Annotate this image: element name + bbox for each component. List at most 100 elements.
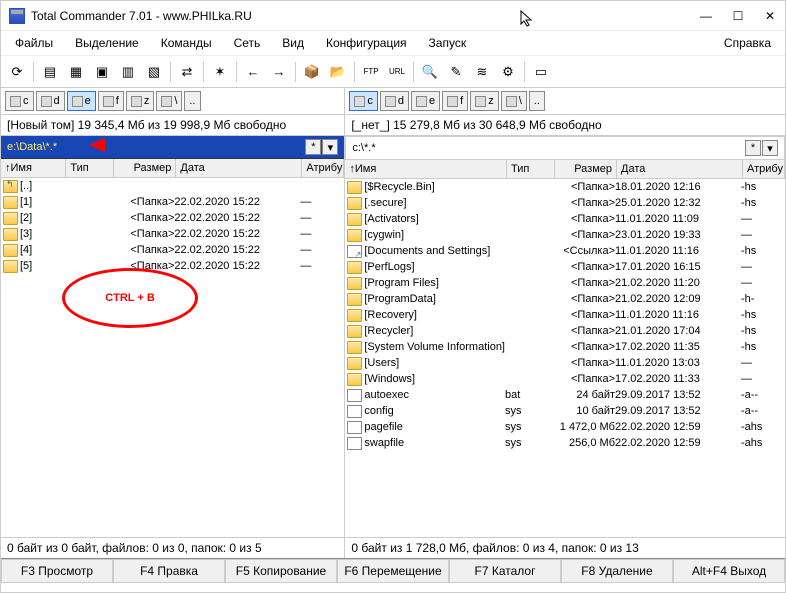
drive-d[interactable]: d (380, 91, 409, 111)
full-view-icon[interactable]: ▦ (64, 60, 88, 84)
menu-selection[interactable]: Выделение (65, 33, 149, 53)
drive-z[interactable]: z (470, 91, 499, 111)
sync-icon[interactable]: ⇄ (175, 60, 199, 84)
file-date: 11.01.2020 11:16 (615, 309, 741, 321)
tree-view-icon[interactable]: ▥ (116, 60, 140, 84)
drive-e[interactable]: e (411, 91, 440, 111)
col-name[interactable]: ↑Имя (345, 160, 507, 178)
path-fav-icon[interactable]: * (745, 140, 761, 156)
file-row[interactable]: [Recovery]<Папка>11.01.2020 11:16-hs (345, 307, 785, 323)
f6-move[interactable]: F6 Перемещение (337, 559, 449, 583)
file-row[interactable]: [5]<Папка>22.02.2020 15:22— (1, 258, 344, 274)
menu-help[interactable]: Справка (714, 33, 781, 53)
search-icon[interactable]: 🔍 (418, 60, 442, 84)
path-fav-icon[interactable]: * (305, 139, 321, 155)
file-row[interactable]: [4]<Папка>22.02.2020 15:22— (1, 242, 344, 258)
file-row[interactable]: [Users]<Папка>11.01.2020 13:03— (345, 355, 785, 371)
f5-copy[interactable]: F5 Копирование (225, 559, 337, 583)
path-hist-icon[interactable]: ▾ (762, 140, 778, 156)
custom-view-icon[interactable]: ▧ (142, 60, 166, 84)
file-attr: -ahs (741, 437, 783, 449)
file-row[interactable]: [.secure]<Папка>25.01.2020 12:32-hs (345, 195, 785, 211)
file-row[interactable]: autoexecbat24 байт29.09.2017 13:52-a-- (345, 387, 785, 403)
unpack-icon[interactable]: 📂 (326, 60, 350, 84)
menu-net[interactable]: Сеть (224, 33, 271, 53)
menu-start[interactable]: Запуск (419, 33, 477, 53)
file-row[interactable]: swapfilesys256,0 Мб22.02.2020 12:59-ahs (345, 435, 785, 451)
rename-icon[interactable]: ✎ (444, 60, 468, 84)
file-row[interactable]: [System Volume Information]<Папка>17.02.… (345, 339, 785, 355)
back-icon[interactable]: ← (241, 60, 265, 84)
left-file-list[interactable]: [..][1]<Папка>22.02.2020 15:22—[2]<Папка… (1, 178, 344, 537)
file-date: 17.02.2020 11:33 (615, 373, 741, 385)
drive-up[interactable]: .. (184, 91, 200, 111)
f7-mkdir[interactable]: F7 Каталог (449, 559, 561, 583)
file-row[interactable]: [ProgramData]<Папка>21.02.2020 12:09-h- (345, 291, 785, 307)
file-row[interactable]: configsys10 байт29.09.2017 13:52-a-- (345, 403, 785, 419)
f8-delete[interactable]: F8 Удаление (561, 559, 673, 583)
file-row[interactable]: [$Recycle.Bin]<Папка>18.01.2020 12:16-hs (345, 179, 785, 195)
file-size: <Папка> (112, 244, 174, 256)
drive-net[interactable]: \ (156, 91, 182, 111)
drive-z[interactable]: z (126, 91, 155, 111)
ext-icon[interactable]: ▭ (529, 60, 553, 84)
file-row[interactable]: [Program Files]<Папка>21.02.2020 11:20— (345, 275, 785, 291)
col-name[interactable]: ↑Имя (1, 159, 66, 177)
menu-view[interactable]: Вид (272, 33, 314, 53)
file-name: [4] (20, 244, 64, 256)
file-row[interactable]: [Activators]<Папка>11.01.2020 11:09— (345, 211, 785, 227)
minimize-button[interactable]: — (699, 9, 713, 23)
file-row[interactable]: [3]<Папка>22.02.2020 15:22— (1, 226, 344, 242)
drive-d[interactable]: d (36, 91, 65, 111)
altf4-exit[interactable]: Alt+F4 Выход (673, 559, 785, 583)
ftp-icon[interactable]: FTP (359, 60, 383, 84)
left-path-bar[interactable]: e:\Data\*.* * ▾ (1, 136, 344, 159)
props-icon[interactable]: ⚙ (496, 60, 520, 84)
star-icon[interactable]: ✶ (208, 60, 232, 84)
f3-view[interactable]: F3 Просмотр (1, 559, 113, 583)
menu-files[interactable]: Файлы (5, 33, 63, 53)
file-attr: — (300, 228, 342, 240)
file-row[interactable]: [Documents and Settings]<Ссылка>11.01.20… (345, 243, 785, 259)
col-date[interactable]: Дата (176, 159, 302, 177)
thumb-view-icon[interactable]: ▣ (90, 60, 114, 84)
drive-up[interactable]: .. (529, 91, 545, 111)
col-attr[interactable]: Атрибу (743, 160, 785, 178)
col-attr[interactable]: Атрибу (302, 159, 344, 177)
file-row[interactable]: [PerfLogs]<Папка>17.01.2020 16:15— (345, 259, 785, 275)
col-size[interactable]: Размер (555, 160, 617, 178)
drive-f[interactable]: f (442, 91, 468, 111)
maximize-button[interactable]: ☐ (731, 9, 745, 23)
path-hist-icon[interactable]: ▾ (322, 139, 338, 155)
col-size[interactable]: Размер (114, 159, 176, 177)
url-icon[interactable]: URL (385, 60, 409, 84)
file-row[interactable]: [1]<Папка>22.02.2020 15:22— (1, 194, 344, 210)
close-button[interactable]: ✕ (763, 9, 777, 23)
drive-e[interactable]: e (67, 91, 96, 111)
file-row[interactable]: pagefilesys1 472,0 Мб22.02.2020 12:59-ah… (345, 419, 785, 435)
refresh-icon[interactable]: ⟳ (5, 60, 29, 84)
drive-c[interactable]: c (349, 91, 378, 111)
drive-f[interactable]: f (98, 91, 124, 111)
drive-c[interactable]: c (5, 91, 34, 111)
f4-edit[interactable]: F4 Правка (113, 559, 225, 583)
menu-config[interactable]: Конфигурация (316, 33, 417, 53)
file-row[interactable]: [..] (1, 178, 344, 194)
file-row[interactable]: [cygwin]<Папка>23.01.2020 19:33— (345, 227, 785, 243)
right-file-list[interactable]: [$Recycle.Bin]<Папка>18.01.2020 12:16-hs… (345, 179, 785, 537)
forward-icon[interactable]: → (267, 60, 291, 84)
file-size: <Папка> (112, 196, 174, 208)
menu-commands[interactable]: Команды (151, 33, 222, 53)
file-size: <Папка> (553, 325, 615, 337)
file-row[interactable]: [Windows]<Папка>17.02.2020 11:33— (345, 371, 785, 387)
pack-icon[interactable]: 📦 (300, 60, 324, 84)
file-row[interactable]: [Recycler]<Папка>21.01.2020 17:04-hs (345, 323, 785, 339)
col-date[interactable]: Дата (617, 160, 743, 178)
drive-net[interactable]: \ (501, 91, 527, 111)
file-row[interactable]: [2]<Папка>22.02.2020 15:22— (1, 210, 344, 226)
brief-view-icon[interactable]: ▤ (38, 60, 62, 84)
right-path-bar[interactable]: c:\*.* * ▾ (345, 136, 785, 160)
diff-icon[interactable]: ≋ (470, 60, 494, 84)
col-type[interactable]: Тип (66, 159, 114, 177)
col-type[interactable]: Тип (507, 160, 555, 178)
